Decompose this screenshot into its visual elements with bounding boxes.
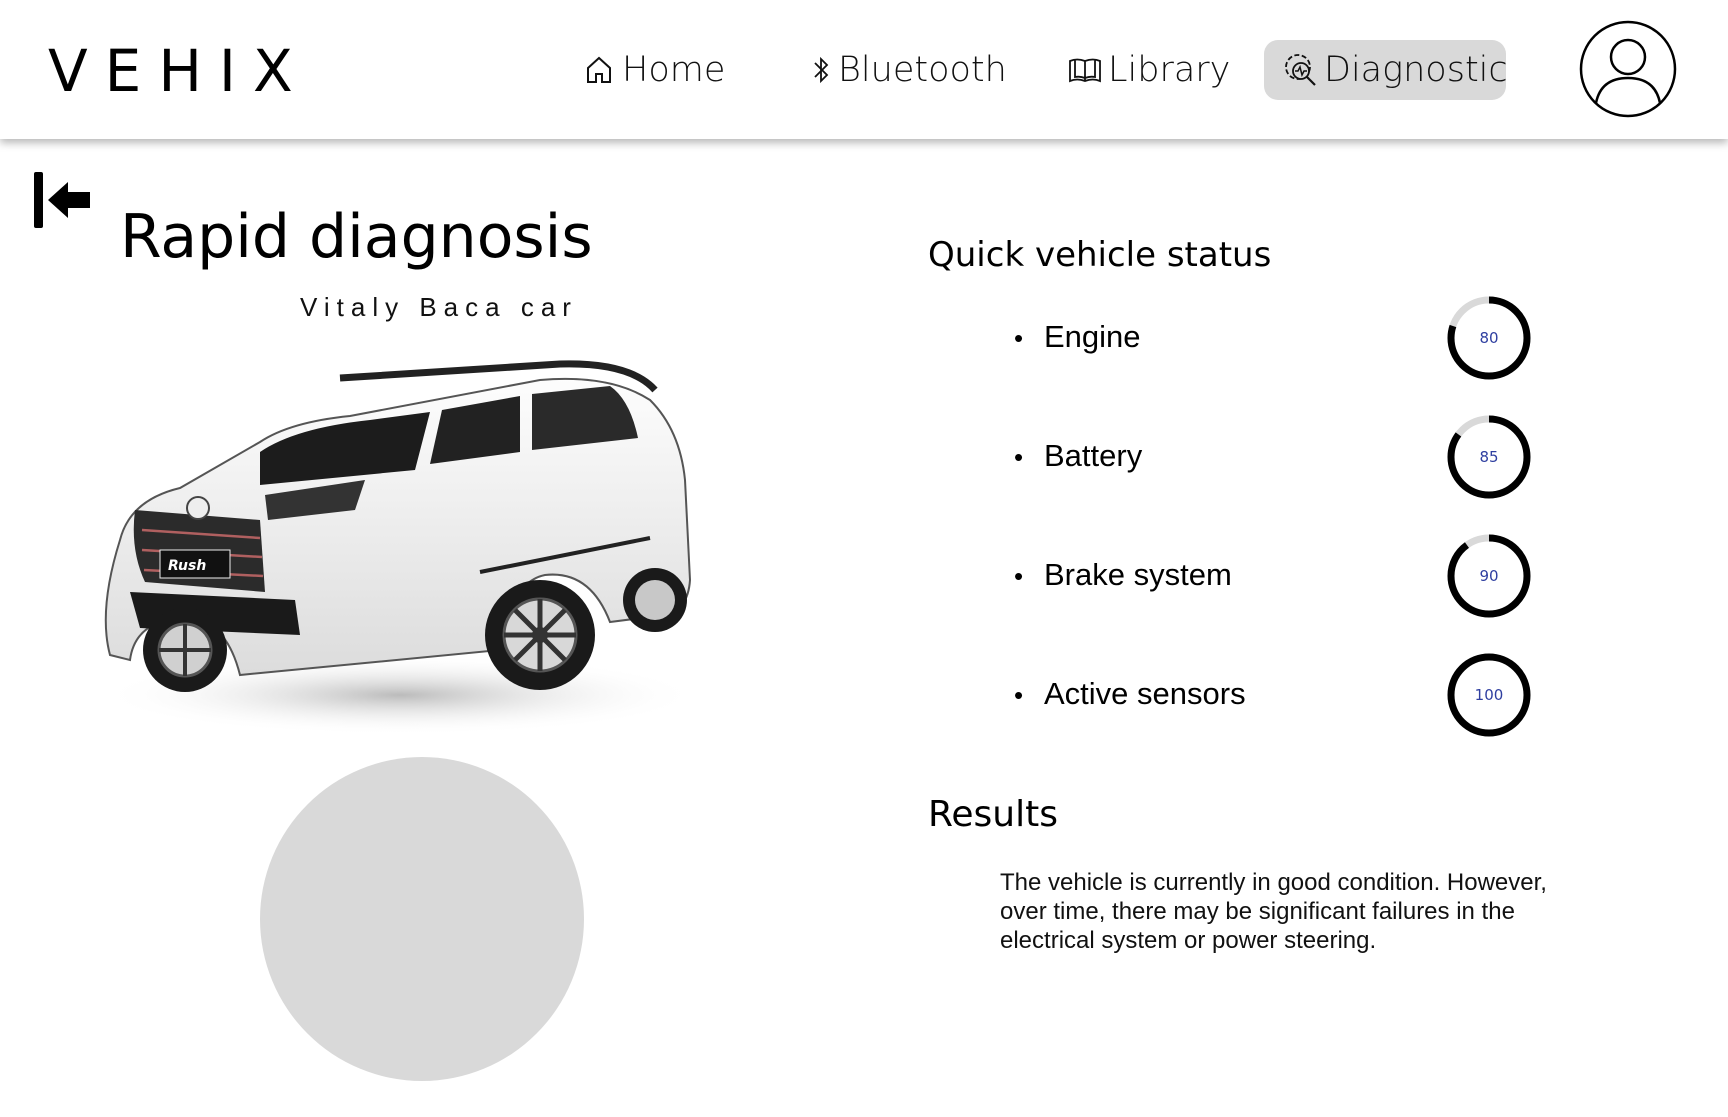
nav-library-label: Library	[1108, 50, 1231, 90]
bullet: •	[1014, 680, 1024, 710]
status-item: • Engine 80	[1010, 293, 1531, 383]
status-gauge: 85	[1447, 415, 1531, 499]
nav-diagnostic[interactable]: Diagnostic	[1264, 40, 1508, 100]
status-gauge: 100	[1447, 653, 1531, 737]
nav-bluetooth-label: Bluetooth	[838, 50, 1007, 90]
bullet: •	[1014, 323, 1024, 353]
placeholder-circle	[260, 757, 584, 1081]
home-icon	[580, 51, 618, 89]
nav-diagnostic-label: Diagnostic	[1324, 50, 1508, 90]
bullet: •	[1014, 561, 1024, 591]
page-title: Rapid diagnosis	[120, 202, 593, 272]
logo[interactable]: VEHIX	[48, 36, 310, 106]
nav-home[interactable]: Home	[580, 40, 725, 100]
top-navbar: VEHIX Home Bluetooth Library Diagnostic	[0, 0, 1728, 139]
status-item-label: Engine	[1044, 319, 1141, 354]
svg-text:Rush: Rush	[168, 558, 206, 574]
gauge-value: 85	[1479, 448, 1498, 466]
gauge-value: 80	[1479, 329, 1498, 347]
status-item-label: Battery	[1044, 438, 1143, 473]
book-icon	[1066, 51, 1104, 89]
user-avatar-icon[interactable]	[1579, 20, 1677, 118]
status-gauge: 90	[1447, 534, 1531, 618]
status-item: • Brake system 90	[1010, 531, 1531, 621]
nav-library[interactable]: Library	[1066, 40, 1230, 100]
arrow-left-to-bar-icon[interactable]	[32, 170, 92, 230]
gauge-value: 100	[1475, 686, 1504, 704]
nav-bluetooth[interactable]: Bluetooth	[808, 40, 1007, 100]
status-gauge: 80	[1447, 296, 1531, 380]
status-item-label: Active sensors	[1044, 676, 1246, 711]
diagnostic-icon	[1282, 51, 1320, 89]
white-suv-image: Rush	[90, 360, 710, 740]
status-item-label: Brake system	[1044, 557, 1232, 592]
page-subtitle: Vitaly Baca car	[300, 292, 578, 322]
results-text: The vehicle is currently in good conditi…	[1000, 869, 1547, 954]
bluetooth-icon	[808, 51, 834, 89]
bullet: •	[1014, 442, 1024, 472]
status-title: Quick vehicle status	[928, 235, 1272, 275]
results-title: Results	[928, 794, 1058, 835]
status-item: • Battery 85	[1010, 412, 1531, 502]
status-item: • Active sensors 100	[1010, 650, 1531, 740]
gauge-value: 90	[1479, 567, 1498, 585]
nav-home-label: Home	[622, 50, 726, 90]
